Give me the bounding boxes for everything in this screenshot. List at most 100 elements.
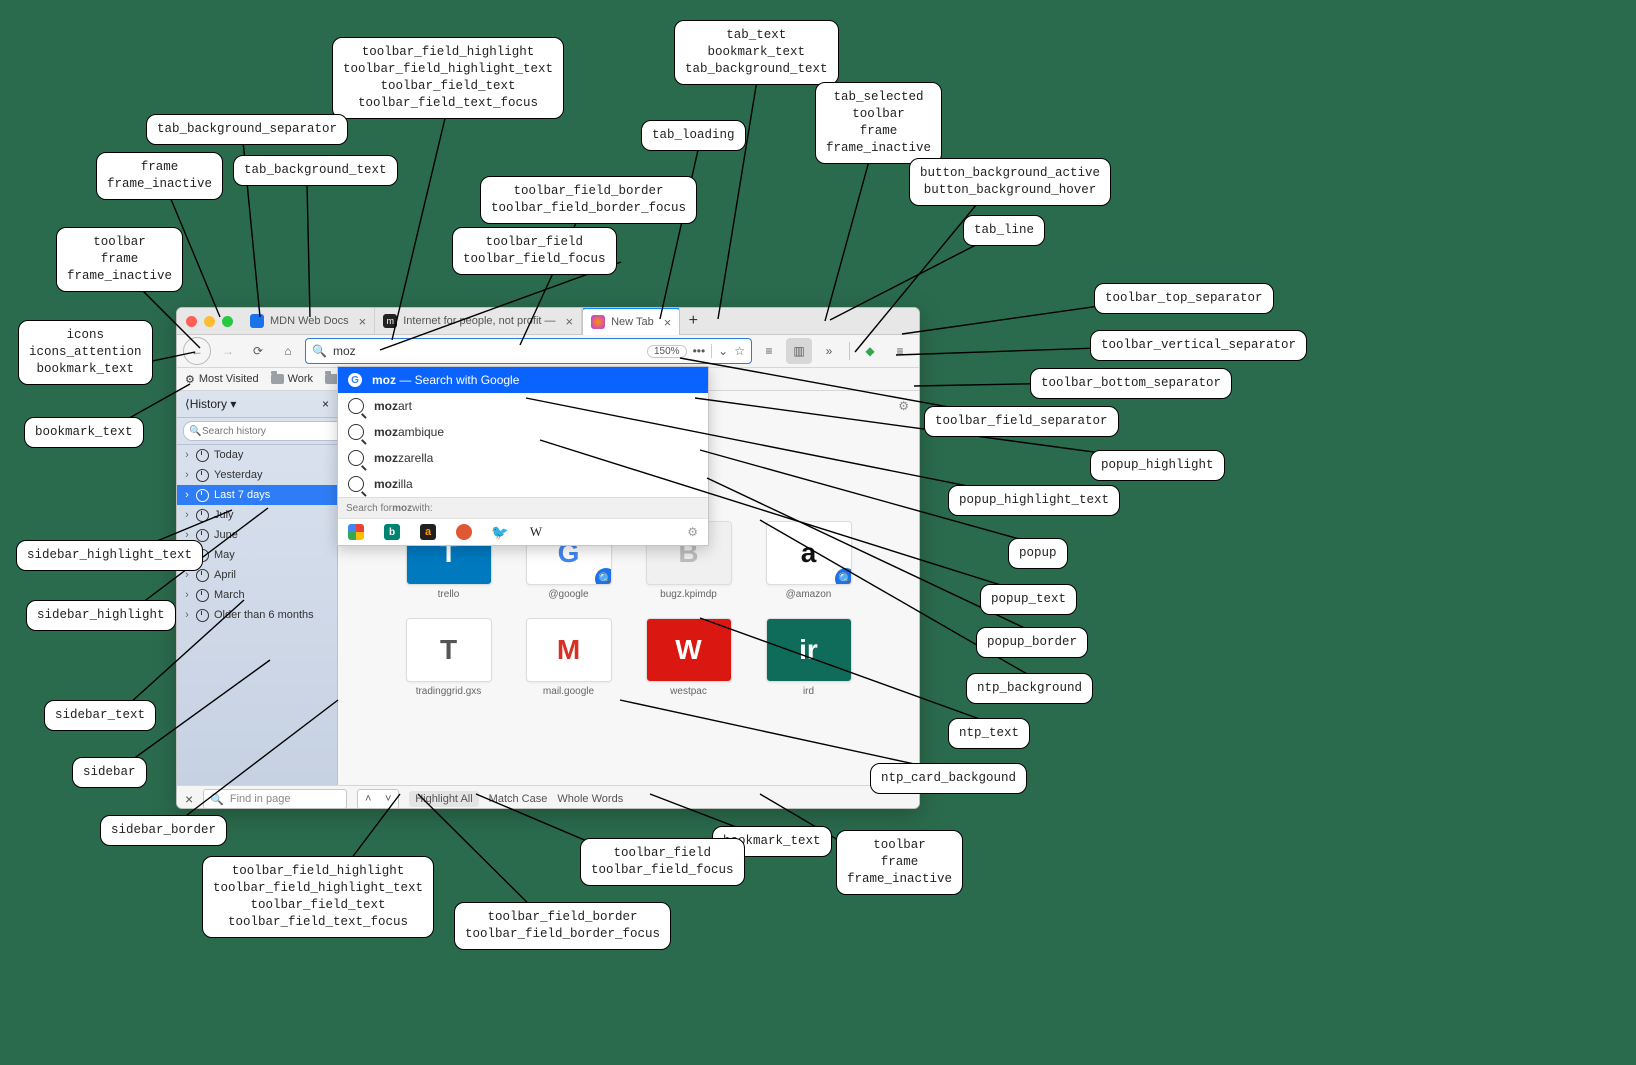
favicon-icon xyxy=(250,314,264,328)
popup-row-highlight[interactable]: G moz — Search with Google xyxy=(338,367,708,393)
find-bar: × 🔍 Find in page ˄ ˅ Highlight All Match… xyxy=(177,785,919,809)
tile-label: bugz.kpimdp xyxy=(660,589,717,600)
find-highlight-all[interactable]: Highlight All xyxy=(409,791,478,807)
sidebar-item[interactable]: ›March xyxy=(177,585,337,605)
sidebar-close-icon[interactable]: × xyxy=(322,397,329,411)
toolbar-vertical-separator xyxy=(849,342,850,360)
home-button[interactable]: ⌂ xyxy=(275,338,301,364)
sidebar-item[interactable]: ›April xyxy=(177,565,337,585)
new-tab-button[interactable]: + xyxy=(680,308,706,334)
find-whole-words[interactable]: Whole Words xyxy=(557,793,623,805)
popup-row[interactable]: mozambique xyxy=(338,419,708,445)
forward-button[interactable]: → xyxy=(215,338,241,364)
find-match-case[interactable]: Match Case xyxy=(489,793,548,805)
top-site-tile[interactable]: Wwestpac xyxy=(641,618,737,697)
twitter-icon[interactable]: 🐦 xyxy=(492,524,508,540)
sidebar-item-label: June xyxy=(214,529,238,541)
reload-button[interactable]: ⟳ xyxy=(245,338,271,364)
url-popup: G moz — Search with Google mozart mozambi… xyxy=(337,366,709,546)
popup-footer-label: Search for moz with: xyxy=(338,497,708,518)
amazon-icon[interactable]: a xyxy=(420,524,436,540)
find-close-icon[interactable]: × xyxy=(185,791,193,807)
popup-settings-icon[interactable]: ⚙ xyxy=(687,525,698,539)
nav-toolbar: ← → ⟳ ⌂ 🔍 moz 150% ••• ⌄ ☆ ≡ ▥ » ◆ ≡ xyxy=(177,335,919,368)
tab-mdn[interactable]: MDN Web Docs × xyxy=(242,308,375,334)
url-text: moz xyxy=(333,344,356,358)
top-site-tile[interactable]: Mmail.google xyxy=(521,618,617,697)
extension-icon[interactable]: ◆ xyxy=(857,338,883,364)
sidebar-item[interactable]: ›Older than 6 months xyxy=(177,605,337,625)
sidebar-item-label: Today xyxy=(214,449,243,461)
close-tab-icon[interactable]: × xyxy=(664,315,672,330)
callout: toolbar_field_highlight toolbar_field_hi… xyxy=(202,856,434,938)
zoom-badge[interactable]: 150% xyxy=(647,345,687,358)
star-icon[interactable]: ☆ xyxy=(734,344,745,358)
google-icon[interactable] xyxy=(348,524,364,540)
sidebar-item[interactable]: ›July xyxy=(177,505,337,525)
callout: tab_text bookmark_text tab_background_te… xyxy=(674,20,839,85)
back-button[interactable]: ← xyxy=(183,337,211,365)
top-site-tile[interactable]: irird xyxy=(761,618,857,697)
tile-label: @google xyxy=(548,589,588,600)
minimize-window-icon[interactable] xyxy=(204,316,215,327)
callout: frame frame_inactive xyxy=(96,152,223,200)
clock-icon xyxy=(196,529,209,542)
page-action-icon[interactable]: ••• xyxy=(693,344,706,358)
callout: popup_text xyxy=(980,584,1077,615)
duckduckgo-icon[interactable] xyxy=(456,524,472,540)
sidebar-item[interactable]: ›Yesterday xyxy=(177,465,337,485)
popup-row-text: mozart xyxy=(374,399,412,413)
tab-label: New Tab xyxy=(611,316,654,328)
tile-label: mail.google xyxy=(543,686,594,697)
callout: popup_highlight_text xyxy=(948,485,1120,516)
tab-mozilla[interactable]: m Internet for people, not profit — × xyxy=(375,308,582,334)
sidebar-item[interactable]: ›Last 7 days xyxy=(177,485,337,505)
bing-icon[interactable]: b xyxy=(384,524,400,540)
sidebar-toggle-icon[interactable]: ▥ xyxy=(786,338,812,364)
gear-icon: ⚙ xyxy=(185,373,195,386)
close-tab-icon[interactable]: × xyxy=(566,314,574,329)
top-site-tile[interactable]: Ttradinggrid.gxs xyxy=(401,618,497,697)
clock-icon xyxy=(196,469,209,482)
bookmark-most-visited[interactable]: ⚙ Most Visited xyxy=(185,373,259,386)
sidebar-item[interactable]: ›Today xyxy=(177,445,337,465)
pocket-icon[interactable]: ⌄ xyxy=(718,344,728,358)
popup-row[interactable]: mozart xyxy=(338,393,708,419)
find-input[interactable]: 🔍 Find in page xyxy=(203,789,347,809)
top-site-tile[interactable]: a🔍@amazon xyxy=(761,521,857,600)
clock-icon xyxy=(196,489,209,502)
bookmark-work[interactable]: Work xyxy=(271,373,313,385)
close-window-icon[interactable] xyxy=(186,316,197,327)
sidebar-item[interactable]: ›June xyxy=(177,525,337,545)
ntp-gear-icon[interactable]: ⚙ xyxy=(898,399,909,413)
callout: toolbar_top_separator xyxy=(1094,283,1274,314)
zoom-window-icon[interactable] xyxy=(222,316,233,327)
menu-icon[interactable]: ≡ xyxy=(887,338,913,364)
tab-newtab[interactable]: New Tab × xyxy=(582,307,680,335)
popup-row[interactable]: mozilla xyxy=(338,471,708,497)
wikipedia-icon[interactable]: W xyxy=(528,524,544,540)
library-icon[interactable]: ≡ xyxy=(756,338,782,364)
callout: toolbar frame frame_inactive xyxy=(836,830,963,895)
find-next-button[interactable]: ˅ xyxy=(378,790,398,808)
callout: tab_background_separator xyxy=(146,114,348,145)
popup-row[interactable]: mozzarella xyxy=(338,445,708,471)
tile-label: tradinggrid.gxs xyxy=(416,686,482,697)
browser-window: MDN Web Docs × m Internet for people, no… xyxy=(176,307,920,809)
callout: popup xyxy=(1008,538,1068,569)
callout: toolbar frame frame_inactive xyxy=(56,227,183,292)
tile-thumb: a🔍 xyxy=(766,521,852,585)
tile-thumb: W xyxy=(646,618,732,682)
callout: toolbar_field_separator xyxy=(924,406,1119,437)
sidebar-title[interactable]: History xyxy=(190,397,227,411)
sidebar-search-input[interactable] xyxy=(183,421,353,441)
callout: tab_line xyxy=(963,215,1045,246)
overflow-icon[interactable]: » xyxy=(816,338,842,364)
close-tab-icon[interactable]: × xyxy=(359,314,367,329)
url-bar[interactable]: 🔍 moz 150% ••• ⌄ ☆ xyxy=(305,338,752,364)
clock-icon xyxy=(196,509,209,522)
popup-row-text: mozambique xyxy=(374,425,444,439)
sidebar-item-label: March xyxy=(214,589,245,601)
callout: toolbar_bottom_separator xyxy=(1030,368,1232,399)
find-prev-button[interactable]: ˄ xyxy=(358,790,378,808)
